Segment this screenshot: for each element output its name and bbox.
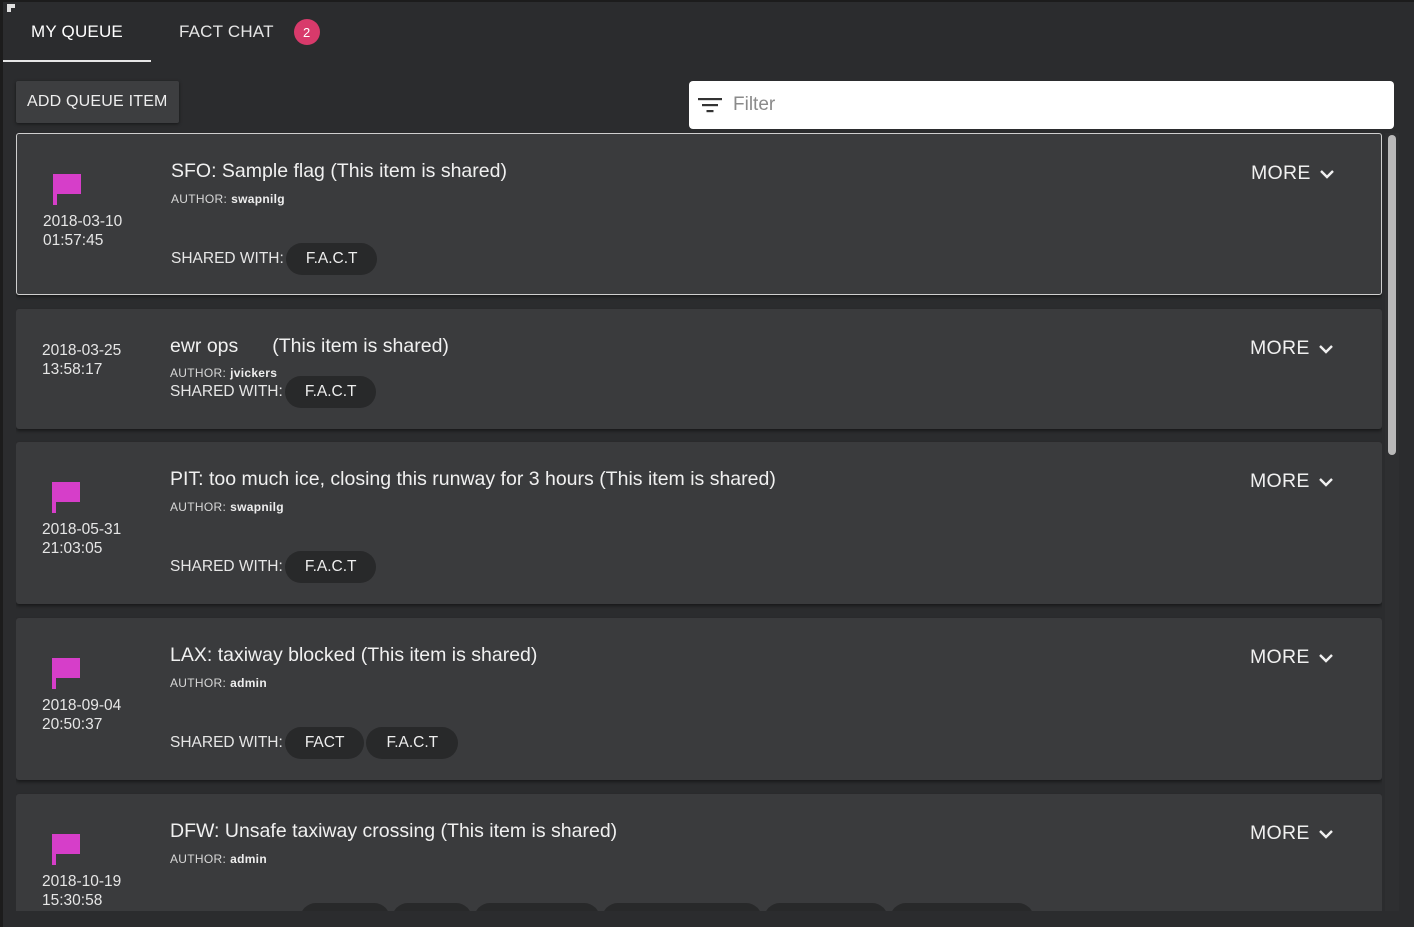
item-time: 15:30:58 bbox=[42, 892, 103, 909]
more-button[interactable]: MORE bbox=[1250, 646, 1334, 669]
shared-chip[interactable]: F.A.C.T bbox=[285, 243, 378, 275]
tab-fact-chat[interactable]: FACT CHAT 2 bbox=[151, 2, 348, 62]
shared-chip[interactable]: F.A.C.T bbox=[284, 551, 377, 583]
author-label: AUTHOR: bbox=[170, 852, 227, 866]
more-button[interactable]: MORE bbox=[1250, 822, 1334, 845]
more-label: MORE bbox=[1250, 646, 1310, 668]
item-date: 2018-09-04 bbox=[42, 697, 122, 714]
shared-with-label: SHARED WITH: bbox=[170, 383, 283, 400]
shared-chip[interactable] bbox=[890, 903, 1034, 911]
shared-chip[interactable] bbox=[602, 903, 762, 911]
shared-with: SHARED WITH: F.A.C.T bbox=[170, 551, 378, 583]
bottom-edge bbox=[3, 911, 1414, 927]
item-author: AUTHOR: swapnilg bbox=[171, 192, 285, 206]
chevron-down-icon bbox=[1319, 169, 1334, 179]
flag-icon bbox=[53, 174, 81, 205]
item-timestamp: 2018-03-10 01:57:45 bbox=[43, 212, 122, 250]
more-label: MORE bbox=[1251, 162, 1311, 184]
author-name: admin bbox=[230, 852, 267, 866]
author-name: admin bbox=[230, 676, 267, 690]
item-author: AUTHOR: admin bbox=[170, 852, 267, 866]
scrollbar-thumb[interactable] bbox=[1388, 135, 1396, 455]
tab-my-queue-label: MY QUEUE bbox=[31, 22, 123, 41]
item-time: 01:57:45 bbox=[43, 232, 104, 249]
filter-icon bbox=[698, 98, 722, 113]
item-title: LAX: taxiway blocked (This item is share… bbox=[170, 644, 538, 666]
shared-with-label: SHARED WITH: bbox=[170, 734, 283, 751]
item-title: PIT: too much ice, closing this runway f… bbox=[170, 468, 776, 490]
shared-chip[interactable] bbox=[392, 903, 472, 911]
more-label: MORE bbox=[1250, 822, 1310, 844]
author-label: AUTHOR: bbox=[171, 192, 228, 206]
more-button[interactable]: MORE bbox=[1250, 337, 1334, 360]
item-author: AUTHOR: admin bbox=[170, 676, 267, 690]
item-date: 2018-10-19 bbox=[42, 873, 122, 890]
chevron-down-icon bbox=[1318, 829, 1333, 839]
shared-with: SHARED WITH: F.A.C.T bbox=[170, 376, 378, 408]
queue-item[interactable]: 2018-09-04 20:50:37 LAX: taxiway blocked… bbox=[16, 618, 1382, 780]
author-name: swapnilg bbox=[230, 500, 284, 514]
author-label: AUTHOR: bbox=[170, 500, 227, 514]
chevron-down-icon bbox=[1318, 344, 1333, 354]
shared-with-label: SHARED WITH: bbox=[171, 250, 284, 267]
shared-chip[interactable] bbox=[474, 903, 600, 911]
tab-fact-chat-label: FACT CHAT bbox=[178, 22, 274, 41]
item-title: DFW: Unsafe taxiway crossing (This item … bbox=[170, 820, 618, 842]
tab-my-queue[interactable]: MY QUEUE bbox=[3, 2, 151, 62]
flag-icon bbox=[52, 482, 80, 513]
item-timestamp: 2018-03-25 13:58:17 bbox=[42, 341, 121, 379]
item-title-main: ewr ops bbox=[170, 335, 239, 357]
add-queue-item-button[interactable]: ADD QUEUE ITEM bbox=[16, 81, 179, 123]
item-date: 2018-03-10 bbox=[43, 213, 123, 230]
queue-item[interactable]: 2018-10-19 15:30:58 DFW: Unsafe taxiway … bbox=[16, 794, 1382, 911]
flag-icon bbox=[52, 834, 80, 865]
item-timestamp: 2018-09-04 20:50:37 bbox=[42, 696, 121, 734]
item-time: 20:50:37 bbox=[42, 716, 103, 733]
app-window: MY QUEUE FACT CHAT 2 ADD QUEUE ITEM 2018… bbox=[0, 0, 1414, 927]
item-date: 2018-03-25 bbox=[42, 342, 122, 359]
more-label: MORE bbox=[1250, 470, 1310, 492]
item-time: 13:58:17 bbox=[42, 361, 103, 378]
queue-item[interactable]: 2018-05-31 21:03:05 PIT: too much ice, c… bbox=[16, 442, 1382, 604]
shared-with: SHARED WITH: FACT F.A.C.T bbox=[170, 727, 460, 759]
flag-icon bbox=[52, 658, 80, 689]
item-time: 21:03:05 bbox=[42, 540, 103, 557]
chevron-down-icon bbox=[1318, 653, 1333, 663]
shared-chip[interactable]: F.A.C.T bbox=[284, 376, 377, 408]
more-button[interactable]: MORE bbox=[1250, 470, 1334, 493]
unread-badge: 2 bbox=[293, 19, 320, 45]
shared-with: SHARED WITH: F.A.C.T bbox=[171, 243, 379, 275]
shared-with bbox=[170, 903, 1036, 911]
item-author: AUTHOR: swapnilg bbox=[170, 500, 284, 514]
queue-item[interactable]: 2018-03-25 13:58:17 ewr ops (This item is… bbox=[16, 309, 1382, 429]
item-date: 2018-05-31 bbox=[42, 521, 122, 538]
filter-input[interactable] bbox=[733, 94, 1373, 116]
item-title-suffix: (This item is shared) bbox=[272, 335, 449, 357]
author-name: swapnilg bbox=[231, 192, 285, 206]
item-timestamp: 2018-10-19 15:30:58 bbox=[42, 872, 121, 910]
item-title: SFO: Sample flag (This item is shared) bbox=[171, 160, 507, 182]
shared-chip[interactable] bbox=[300, 903, 390, 911]
more-label: MORE bbox=[1250, 337, 1310, 359]
shared-chip[interactable]: F.A.C.T bbox=[366, 727, 459, 759]
shared-with-label: SHARED WITH: bbox=[170, 558, 283, 575]
item-timestamp: 2018-05-31 21:03:05 bbox=[42, 520, 121, 558]
author-label: AUTHOR: bbox=[170, 676, 227, 690]
queue-list[interactable]: 2018-03-10 01:57:45 SFO: Sample flag (Th… bbox=[16, 131, 1382, 911]
tab-bar: MY QUEUE FACT CHAT 2 bbox=[3, 2, 348, 64]
chevron-down-icon bbox=[1318, 477, 1333, 487]
item-title: ewr ops (This item is shared) bbox=[170, 335, 449, 358]
shared-chip[interactable]: FACT bbox=[284, 727, 365, 759]
shared-chip[interactable] bbox=[764, 903, 888, 911]
filter-box[interactable] bbox=[689, 81, 1394, 129]
more-button[interactable]: MORE bbox=[1251, 162, 1335, 185]
queue-item[interactable]: 2018-03-10 01:57:45 SFO: Sample flag (Th… bbox=[16, 133, 1382, 295]
